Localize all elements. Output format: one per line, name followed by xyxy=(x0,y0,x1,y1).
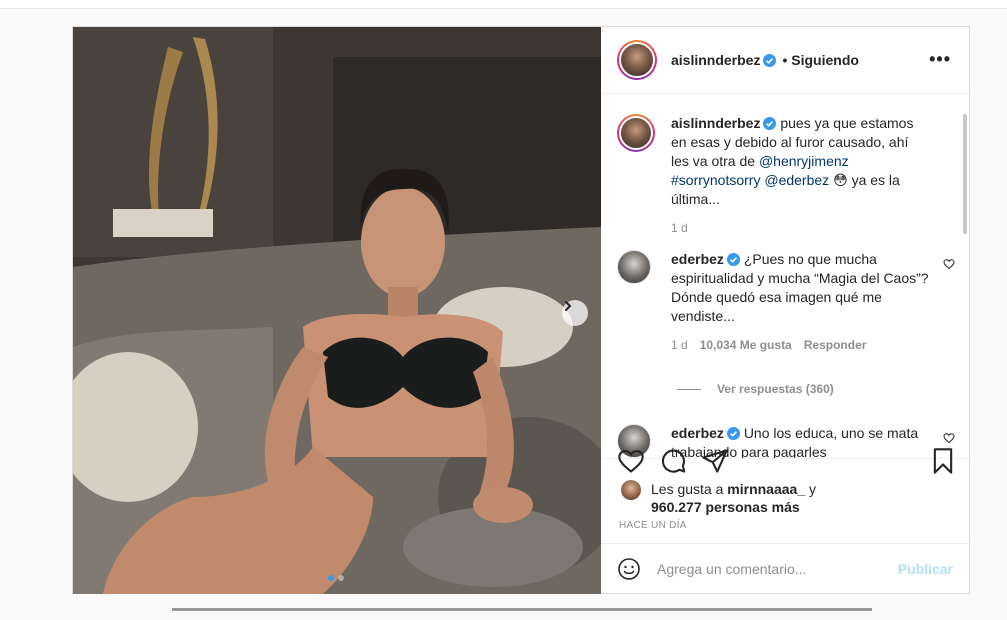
caption: aislinnderbez pues ya que estamos en esa… xyxy=(617,114,947,238)
caption-avatar[interactable] xyxy=(617,114,655,152)
chevron-right-icon xyxy=(565,301,572,311)
post-timestamp[interactable]: HACE UN DÍA xyxy=(619,520,687,531)
comment-likes[interactable]: 10,034 Me gusta xyxy=(700,336,792,355)
carousel-dot xyxy=(338,575,344,581)
follow-status-label: Siguiendo xyxy=(791,52,859,68)
like-heart-icon[interactable] xyxy=(617,447,645,475)
liker-avatar[interactable] xyxy=(621,480,641,500)
follow-status[interactable]: • Siguiendo xyxy=(782,52,858,68)
comment-like-heart-icon[interactable] xyxy=(943,432,955,444)
comment-text: ederbez ¿Pues no que mucha espiritualida… xyxy=(671,250,929,355)
comment-item: ederbez ¿Pues no que mucha espiritualida… xyxy=(617,250,947,355)
taskbar-edge xyxy=(172,608,872,611)
post-side-panel: aislinnderbez • Siguiendo ••• aislinnder… xyxy=(601,27,969,593)
carousel-dot-active xyxy=(328,575,334,581)
author-username[interactable]: aislinnderbez xyxy=(671,52,760,68)
caption-username[interactable]: aislinnderbez xyxy=(671,115,760,131)
likes-prefix: Les gusta a xyxy=(651,481,724,497)
photo-illustration xyxy=(73,27,601,594)
top-nav-bar xyxy=(0,0,1007,9)
publish-button[interactable]: Publicar xyxy=(898,561,953,577)
comment-bubble-icon[interactable] xyxy=(659,447,687,475)
author-avatar-image xyxy=(619,42,655,78)
carousel-next-button[interactable] xyxy=(562,300,588,326)
share-send-icon[interactable] xyxy=(701,447,729,475)
liker-username[interactable]: mirnnaaaa_ xyxy=(727,481,805,497)
verified-badge-icon xyxy=(763,117,777,130)
comment-meta: 1 d 10,034 Me gusta Responder xyxy=(671,336,929,355)
post-photo[interactable] xyxy=(73,27,601,594)
post-card: aislinnderbez • Siguiendo ••• aislinnder… xyxy=(72,26,970,594)
caption-time[interactable]: 1 d xyxy=(671,219,688,238)
post-header: aislinnderbez • Siguiendo ••• xyxy=(601,27,969,94)
verified-badge-icon xyxy=(726,253,740,266)
mention-link[interactable]: @henryjimenz xyxy=(759,153,849,169)
comment-composer: Publicar xyxy=(601,543,969,594)
likes-conj: y xyxy=(809,481,816,497)
commenter-avatar[interactable] xyxy=(617,250,651,284)
save-bookmark-icon[interactable] xyxy=(929,447,957,475)
commenter-username[interactable]: ederbez xyxy=(671,425,724,441)
likes-count[interactable]: 960.277 personas más xyxy=(651,499,800,515)
commenter-username[interactable]: ederbez xyxy=(671,251,724,267)
post-actions xyxy=(617,447,957,481)
comments-section: aislinnderbez pues ya que estamos en esa… xyxy=(601,94,969,459)
more-options-icon[interactable]: ••• xyxy=(929,49,951,70)
verified-badge-icon xyxy=(763,53,777,67)
comment-like-heart-icon[interactable] xyxy=(943,258,955,270)
verified-badge-icon xyxy=(726,427,740,440)
comments-scrollbar[interactable] xyxy=(963,114,967,234)
emoji: 😳 xyxy=(833,172,848,188)
comment-time[interactable]: 1 d xyxy=(671,336,688,355)
hashtag-link[interactable]: #sorrynotsorry xyxy=(671,172,760,188)
caption-text: aislinnderbez pues ya que estamos en esa… xyxy=(671,114,929,238)
likes-summary: Les gusta a mirnnaaaa_ y 960.277 persona… xyxy=(621,480,951,516)
carousel-indicator xyxy=(328,575,344,581)
view-replies-button[interactable]: Ver respuestas (360) xyxy=(677,382,834,396)
caption-meta: 1 d xyxy=(671,219,929,238)
mention-link[interactable]: @ederbez xyxy=(764,172,829,188)
likes-text: Les gusta a mirnnaaaa_ y 960.277 persona… xyxy=(651,480,816,516)
emoji-picker-icon[interactable] xyxy=(617,557,641,581)
reply-button[interactable]: Responder xyxy=(804,336,867,355)
caption-avatar-image xyxy=(619,116,653,150)
comment-input[interactable] xyxy=(655,560,889,578)
view-replies-label: Ver respuestas (360) xyxy=(717,382,834,396)
author-avatar[interactable] xyxy=(617,40,657,80)
replies-divider xyxy=(677,388,701,390)
